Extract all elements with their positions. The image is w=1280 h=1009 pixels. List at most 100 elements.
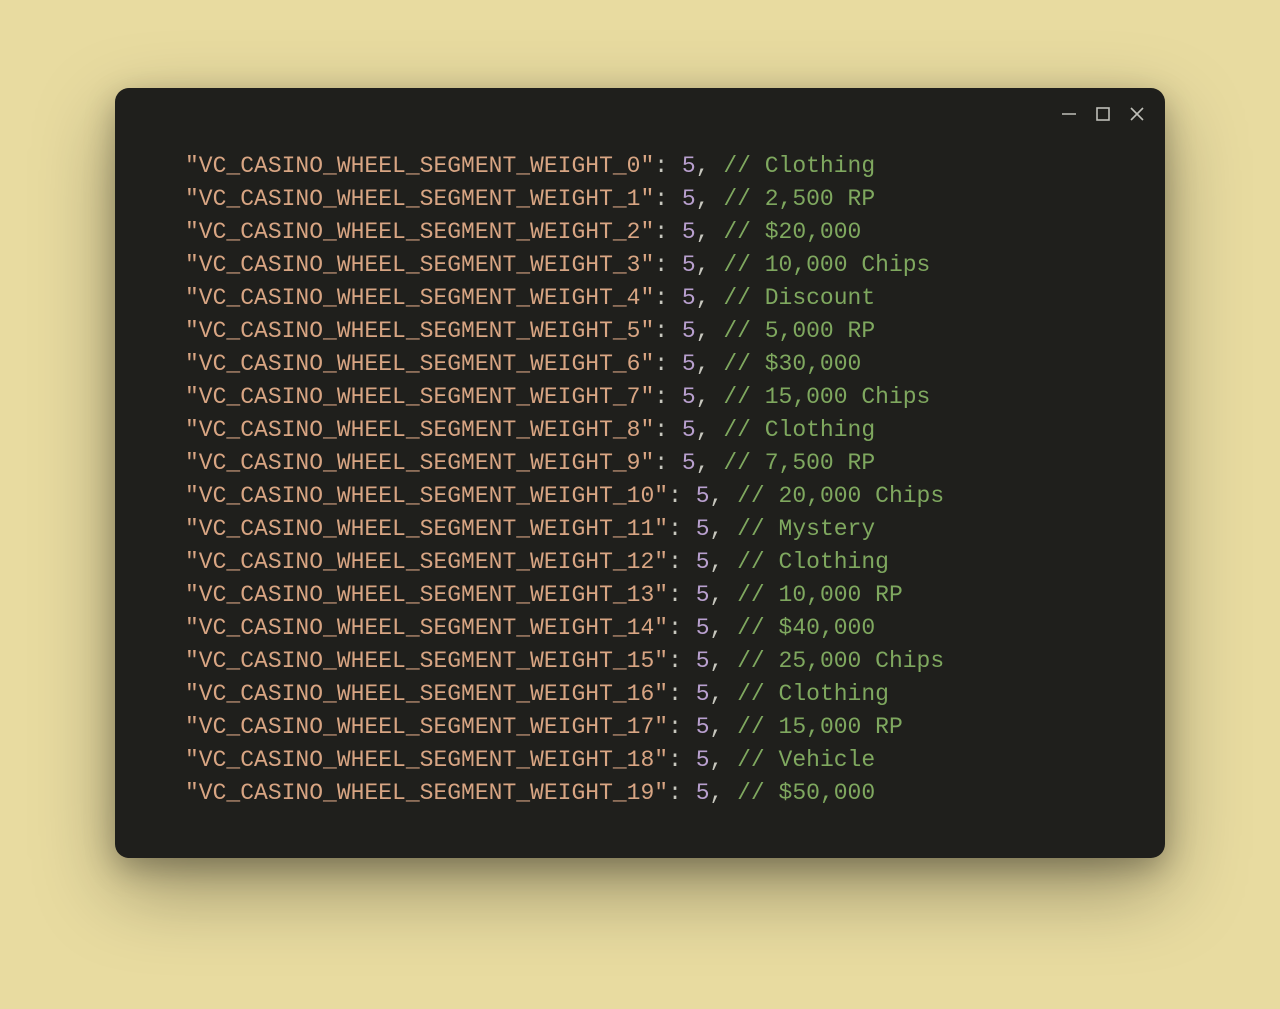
code-key: "VC_CASINO_WHEEL_SEGMENT_WEIGHT_8" [185, 417, 654, 443]
code-comment: // 15,000 RP [737, 714, 903, 740]
code-comma: , [710, 615, 738, 641]
code-comma: , [696, 153, 724, 179]
code-comma: , [696, 219, 724, 245]
code-key: "VC_CASINO_WHEEL_SEGMENT_WEIGHT_12" [185, 549, 668, 575]
code-comment: // 20,000 Chips [737, 483, 944, 509]
code-value: 5 [696, 516, 710, 542]
code-colon: : [668, 516, 696, 542]
code-colon: : [654, 450, 682, 476]
code-colon: : [668, 681, 696, 707]
code-key: "VC_CASINO_WHEEL_SEGMENT_WEIGHT_1" [185, 186, 654, 212]
minimize-icon [1060, 105, 1078, 123]
code-colon: : [668, 648, 696, 674]
code-value: 5 [696, 714, 710, 740]
code-line: "VC_CASINO_WHEEL_SEGMENT_WEIGHT_13": 5, … [185, 579, 1125, 612]
code-comment: // 5,000 RP [723, 318, 875, 344]
code-comma: , [710, 582, 738, 608]
code-line: "VC_CASINO_WHEEL_SEGMENT_WEIGHT_4": 5, /… [185, 282, 1125, 315]
code-line: "VC_CASINO_WHEEL_SEGMENT_WEIGHT_9": 5, /… [185, 447, 1125, 480]
code-key: "VC_CASINO_WHEEL_SEGMENT_WEIGHT_19" [185, 780, 668, 806]
code-colon: : [654, 351, 682, 377]
code-comment: // $20,000 [723, 219, 861, 245]
code-comma: , [710, 483, 738, 509]
code-value: 5 [696, 582, 710, 608]
code-comma: , [710, 747, 738, 773]
code-comma: , [696, 351, 724, 377]
code-comma: , [696, 450, 724, 476]
code-line: "VC_CASINO_WHEEL_SEGMENT_WEIGHT_0": 5, /… [185, 150, 1125, 183]
code-comma: , [710, 780, 738, 806]
code-colon: : [654, 219, 682, 245]
code-key: "VC_CASINO_WHEEL_SEGMENT_WEIGHT_15" [185, 648, 668, 674]
code-comma: , [710, 714, 738, 740]
code-comma: , [696, 384, 724, 410]
maximize-button[interactable] [1093, 104, 1113, 124]
code-colon: : [654, 252, 682, 278]
code-colon: : [654, 318, 682, 344]
code-key: "VC_CASINO_WHEEL_SEGMENT_WEIGHT_14" [185, 615, 668, 641]
code-value: 5 [682, 252, 696, 278]
close-icon [1128, 105, 1146, 123]
code-line: "VC_CASINO_WHEEL_SEGMENT_WEIGHT_18": 5, … [185, 744, 1125, 777]
code-comma: , [710, 681, 738, 707]
code-key: "VC_CASINO_WHEEL_SEGMENT_WEIGHT_7" [185, 384, 654, 410]
code-colon: : [668, 615, 696, 641]
code-value: 5 [696, 483, 710, 509]
code-value: 5 [682, 285, 696, 311]
code-comment: // Mystery [737, 516, 875, 542]
code-line: "VC_CASINO_WHEEL_SEGMENT_WEIGHT_5": 5, /… [185, 315, 1125, 348]
code-value: 5 [682, 450, 696, 476]
code-value: 5 [682, 351, 696, 377]
code-key: "VC_CASINO_WHEEL_SEGMENT_WEIGHT_6" [185, 351, 654, 377]
code-line: "VC_CASINO_WHEEL_SEGMENT_WEIGHT_10": 5, … [185, 480, 1125, 513]
code-comment: // Discount [723, 285, 875, 311]
code-line: "VC_CASINO_WHEEL_SEGMENT_WEIGHT_14": 5, … [185, 612, 1125, 645]
code-line: "VC_CASINO_WHEEL_SEGMENT_WEIGHT_12": 5, … [185, 546, 1125, 579]
code-value: 5 [696, 780, 710, 806]
code-key: "VC_CASINO_WHEEL_SEGMENT_WEIGHT_18" [185, 747, 668, 773]
code-window: "VC_CASINO_WHEEL_SEGMENT_WEIGHT_0": 5, /… [115, 88, 1165, 858]
code-comment: // $50,000 [737, 780, 875, 806]
code-colon: : [654, 186, 682, 212]
code-colon: : [668, 582, 696, 608]
code-value: 5 [682, 219, 696, 245]
minimize-button[interactable] [1059, 104, 1079, 124]
code-line: "VC_CASINO_WHEEL_SEGMENT_WEIGHT_19": 5, … [185, 777, 1125, 810]
code-key: "VC_CASINO_WHEEL_SEGMENT_WEIGHT_2" [185, 219, 654, 245]
code-colon: : [654, 285, 682, 311]
code-value: 5 [682, 153, 696, 179]
code-colon: : [668, 483, 696, 509]
maximize-icon [1094, 105, 1112, 123]
code-value: 5 [682, 186, 696, 212]
code-key: "VC_CASINO_WHEEL_SEGMENT_WEIGHT_5" [185, 318, 654, 344]
code-comment: // Clothing [723, 153, 875, 179]
code-value: 5 [682, 318, 696, 344]
code-colon: : [654, 384, 682, 410]
code-key: "VC_CASINO_WHEEL_SEGMENT_WEIGHT_3" [185, 252, 654, 278]
code-line: "VC_CASINO_WHEEL_SEGMENT_WEIGHT_16": 5, … [185, 678, 1125, 711]
code-comment: // Vehicle [737, 747, 875, 773]
code-line: "VC_CASINO_WHEEL_SEGMENT_WEIGHT_2": 5, /… [185, 216, 1125, 249]
code-comma: , [696, 318, 724, 344]
code-line: "VC_CASINO_WHEEL_SEGMENT_WEIGHT_15": 5, … [185, 645, 1125, 678]
code-value: 5 [696, 615, 710, 641]
code-comment: // 2,500 RP [723, 186, 875, 212]
code-comment: // 15,000 Chips [723, 384, 930, 410]
code-key: "VC_CASINO_WHEEL_SEGMENT_WEIGHT_17" [185, 714, 668, 740]
code-value: 5 [682, 384, 696, 410]
code-comment: // Clothing [737, 681, 889, 707]
close-button[interactable] [1127, 104, 1147, 124]
code-value: 5 [696, 681, 710, 707]
code-key: "VC_CASINO_WHEEL_SEGMENT_WEIGHT_10" [185, 483, 668, 509]
code-key: "VC_CASINO_WHEEL_SEGMENT_WEIGHT_11" [185, 516, 668, 542]
code-comment: // 25,000 Chips [737, 648, 944, 674]
code-comment: // 7,500 RP [723, 450, 875, 476]
window-titlebar [115, 88, 1165, 140]
code-line: "VC_CASINO_WHEEL_SEGMENT_WEIGHT_3": 5, /… [185, 249, 1125, 282]
code-comma: , [710, 516, 738, 542]
code-key: "VC_CASINO_WHEEL_SEGMENT_WEIGHT_16" [185, 681, 668, 707]
code-comma: , [710, 648, 738, 674]
code-comma: , [710, 549, 738, 575]
code-line: "VC_CASINO_WHEEL_SEGMENT_WEIGHT_11": 5, … [185, 513, 1125, 546]
code-editor[interactable]: "VC_CASINO_WHEEL_SEGMENT_WEIGHT_0": 5, /… [115, 140, 1165, 858]
